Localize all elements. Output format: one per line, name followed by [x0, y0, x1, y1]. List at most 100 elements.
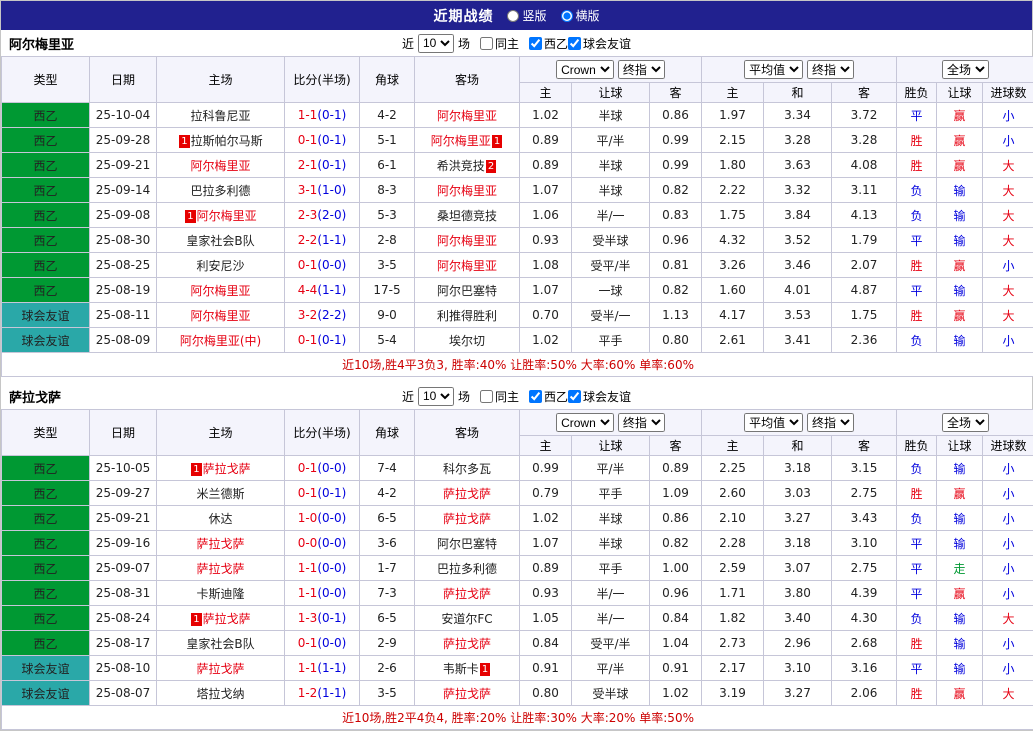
odds-stage-select[interactable]: 终指 — [617, 60, 665, 79]
match-score-cell[interactable]: 1-0(0-0) — [284, 505, 360, 531]
team-link[interactable]: 米兰德斯 — [196, 487, 244, 501]
team-link[interactable]: 萨拉戈萨 — [196, 537, 244, 551]
col-result-handicap: 让球 — [936, 435, 984, 456]
match-score-cell[interactable]: 0-1(0-1) — [284, 127, 360, 153]
team-link[interactable]: 科尔多瓦 — [443, 462, 491, 476]
team-link[interactable]: 阿尔梅里亚 — [190, 284, 250, 298]
team-link[interactable]: 萨拉戈萨 — [443, 637, 491, 651]
match-score-cell[interactable]: 1-1(0-1) — [284, 102, 360, 128]
scope-select[interactable]: 全场 — [942, 60, 990, 79]
team-link[interactable]: 休达 — [208, 512, 232, 526]
match-score-cell[interactable]: 3-2(2-2) — [284, 302, 360, 328]
matches-count-select[interactable]: 10 — [417, 33, 454, 53]
team-link[interactable]: 萨拉戈萨 — [203, 462, 251, 476]
home-team-cell: 1 拉斯帕尔马斯 — [156, 127, 285, 153]
team-link[interactable]: 巴拉多利德 — [190, 184, 250, 198]
match-score-cell[interactable]: 0-1(0-1) — [284, 327, 360, 353]
team-link[interactable]: 巴拉多利德 — [437, 562, 497, 576]
corner-cell: 4-2 — [359, 480, 415, 506]
match-score-cell[interactable]: 1-1(0-0) — [284, 555, 360, 581]
bookmaker-select[interactable]: Crown — [556, 413, 615, 432]
match-score-cell[interactable]: 0-1(0-0) — [284, 630, 360, 656]
league-filter[interactable]: 西乙 — [529, 35, 568, 52]
team-link[interactable]: 利推得胜利 — [437, 309, 497, 323]
odds-away: 0.86 — [648, 505, 703, 531]
team-link[interactable]: 阿尔梅里亚 — [437, 184, 497, 198]
match-date-cell: 25-08-17 — [89, 630, 157, 656]
friendly-filter[interactable]: 球会友谊 — [568, 388, 631, 405]
match-score-cell[interactable]: 1-1(0-0) — [284, 580, 360, 606]
same-home-filter[interactable]: 同主 — [479, 388, 519, 405]
team-link[interactable]: 拉斯帕尔马斯 — [191, 134, 263, 148]
match-score-cell[interactable]: 0-1(0-0) — [284, 455, 360, 481]
odds-home: 0.93 — [519, 227, 572, 253]
match-score-cell[interactable]: 1-2(1-1) — [284, 680, 360, 706]
team-link[interactable]: 萨拉戈萨 — [196, 562, 244, 576]
team-link[interactable]: 阿尔梅里亚 — [437, 109, 497, 123]
match-score-cell[interactable]: 2-1(0-1) — [284, 152, 360, 178]
friendly-checkbox[interactable] — [568, 389, 582, 403]
league-checkbox[interactable] — [529, 389, 542, 403]
average-select[interactable]: 平均值 — [744, 60, 804, 79]
average-stage-select[interactable]: 终指 — [806, 413, 854, 432]
team-link[interactable]: 阿尔梅里亚 — [190, 309, 250, 323]
result-goals: 大 — [982, 152, 1033, 178]
average-stage-select[interactable]: 终指 — [806, 60, 854, 79]
team-link[interactable]: 阿尔梅里亚 — [190, 159, 250, 173]
team-link[interactable]: 卡斯迪隆 — [196, 587, 244, 601]
league-filter[interactable]: 西乙 — [529, 388, 568, 405]
vertical-layout-radio[interactable] — [507, 9, 520, 22]
team-link[interactable]: 阿尔梅里亚 — [431, 134, 491, 148]
team-link[interactable]: 塔拉戈纳 — [196, 687, 244, 701]
bookmaker-select[interactable]: Crown — [556, 60, 615, 79]
team-link[interactable]: 阿尔梅里亚(中) — [180, 334, 261, 348]
league-checkbox[interactable] — [529, 36, 542, 50]
match-score-cell[interactable]: 1-1(1-1) — [284, 655, 360, 681]
team-link[interactable]: 萨拉戈萨 — [443, 512, 491, 526]
away-team-cell: 阿尔梅里亚 — [414, 102, 520, 128]
team-link[interactable]: 希洪竞技 — [437, 159, 485, 173]
odds-stage-select[interactable]: 终指 — [617, 413, 665, 432]
team-link[interactable]: 萨拉戈萨 — [196, 662, 244, 676]
match-score-cell[interactable]: 0-1(0-0) — [284, 252, 360, 278]
away-team-cell: 埃尔切 — [414, 327, 520, 353]
matches-count-select[interactable]: 10 — [417, 386, 454, 406]
team-link[interactable]: 利安尼沙 — [196, 259, 244, 273]
match-score-cell[interactable]: 0-1(0-1) — [284, 480, 360, 506]
layout-option-horizontal[interactable]: 横版 — [560, 7, 600, 24]
match-score-cell[interactable]: 1-3(0-1) — [284, 605, 360, 631]
match-score-cell[interactable]: 2-3(2-0) — [284, 202, 360, 228]
team-link[interactable]: 皇家社会B队 — [186, 637, 254, 651]
match-score-cell[interactable]: 4-4(1-1) — [284, 277, 360, 303]
team-link[interactable]: 埃尔切 — [449, 334, 485, 348]
team-link[interactable]: 桑坦德竞技 — [437, 209, 497, 223]
odds-home: 1.07 — [519, 177, 572, 203]
team-link[interactable]: 阿尔梅里亚 — [437, 234, 497, 248]
team-link[interactable]: 安道尔FC — [441, 612, 492, 626]
team-link[interactable]: 韦斯卡 — [443, 662, 479, 676]
avg-away: 2.75 — [831, 555, 898, 581]
team-link[interactable]: 萨拉戈萨 — [443, 687, 491, 701]
match-score-cell[interactable]: 2-2(1-1) — [284, 227, 360, 253]
friendly-filter[interactable]: 球会友谊 — [568, 35, 631, 52]
friendly-checkbox[interactable] — [568, 36, 582, 50]
horizontal-layout-radio[interactable] — [560, 9, 573, 22]
same-home-checkbox[interactable] — [479, 36, 493, 50]
team-link[interactable]: 萨拉戈萨 — [443, 487, 491, 501]
same-home-filter[interactable]: 同主 — [479, 35, 519, 52]
team-link[interactable]: 萨拉戈萨 — [203, 612, 251, 626]
match-score-cell[interactable]: 0-0(0-0) — [284, 530, 360, 556]
match-score-cell[interactable]: 3-1(1-0) — [284, 177, 360, 203]
same-home-checkbox[interactable] — [479, 389, 493, 403]
scope-select[interactable]: 全场 — [942, 413, 990, 432]
team-link[interactable]: 阿尔巴塞特 — [437, 284, 497, 298]
avg-away: 3.15 — [831, 455, 898, 481]
average-select[interactable]: 平均值 — [744, 413, 804, 432]
team-link[interactable]: 皇家社会B队 — [186, 234, 254, 248]
layout-option-vertical[interactable]: 竖版 — [507, 7, 547, 24]
team-link[interactable]: 阿尔巴塞特 — [437, 537, 497, 551]
team-link[interactable]: 拉科鲁尼亚 — [190, 109, 250, 123]
team-link[interactable]: 阿尔梅里亚 — [197, 209, 257, 223]
team-link[interactable]: 萨拉戈萨 — [443, 587, 491, 601]
team-link[interactable]: 阿尔梅里亚 — [437, 259, 497, 273]
